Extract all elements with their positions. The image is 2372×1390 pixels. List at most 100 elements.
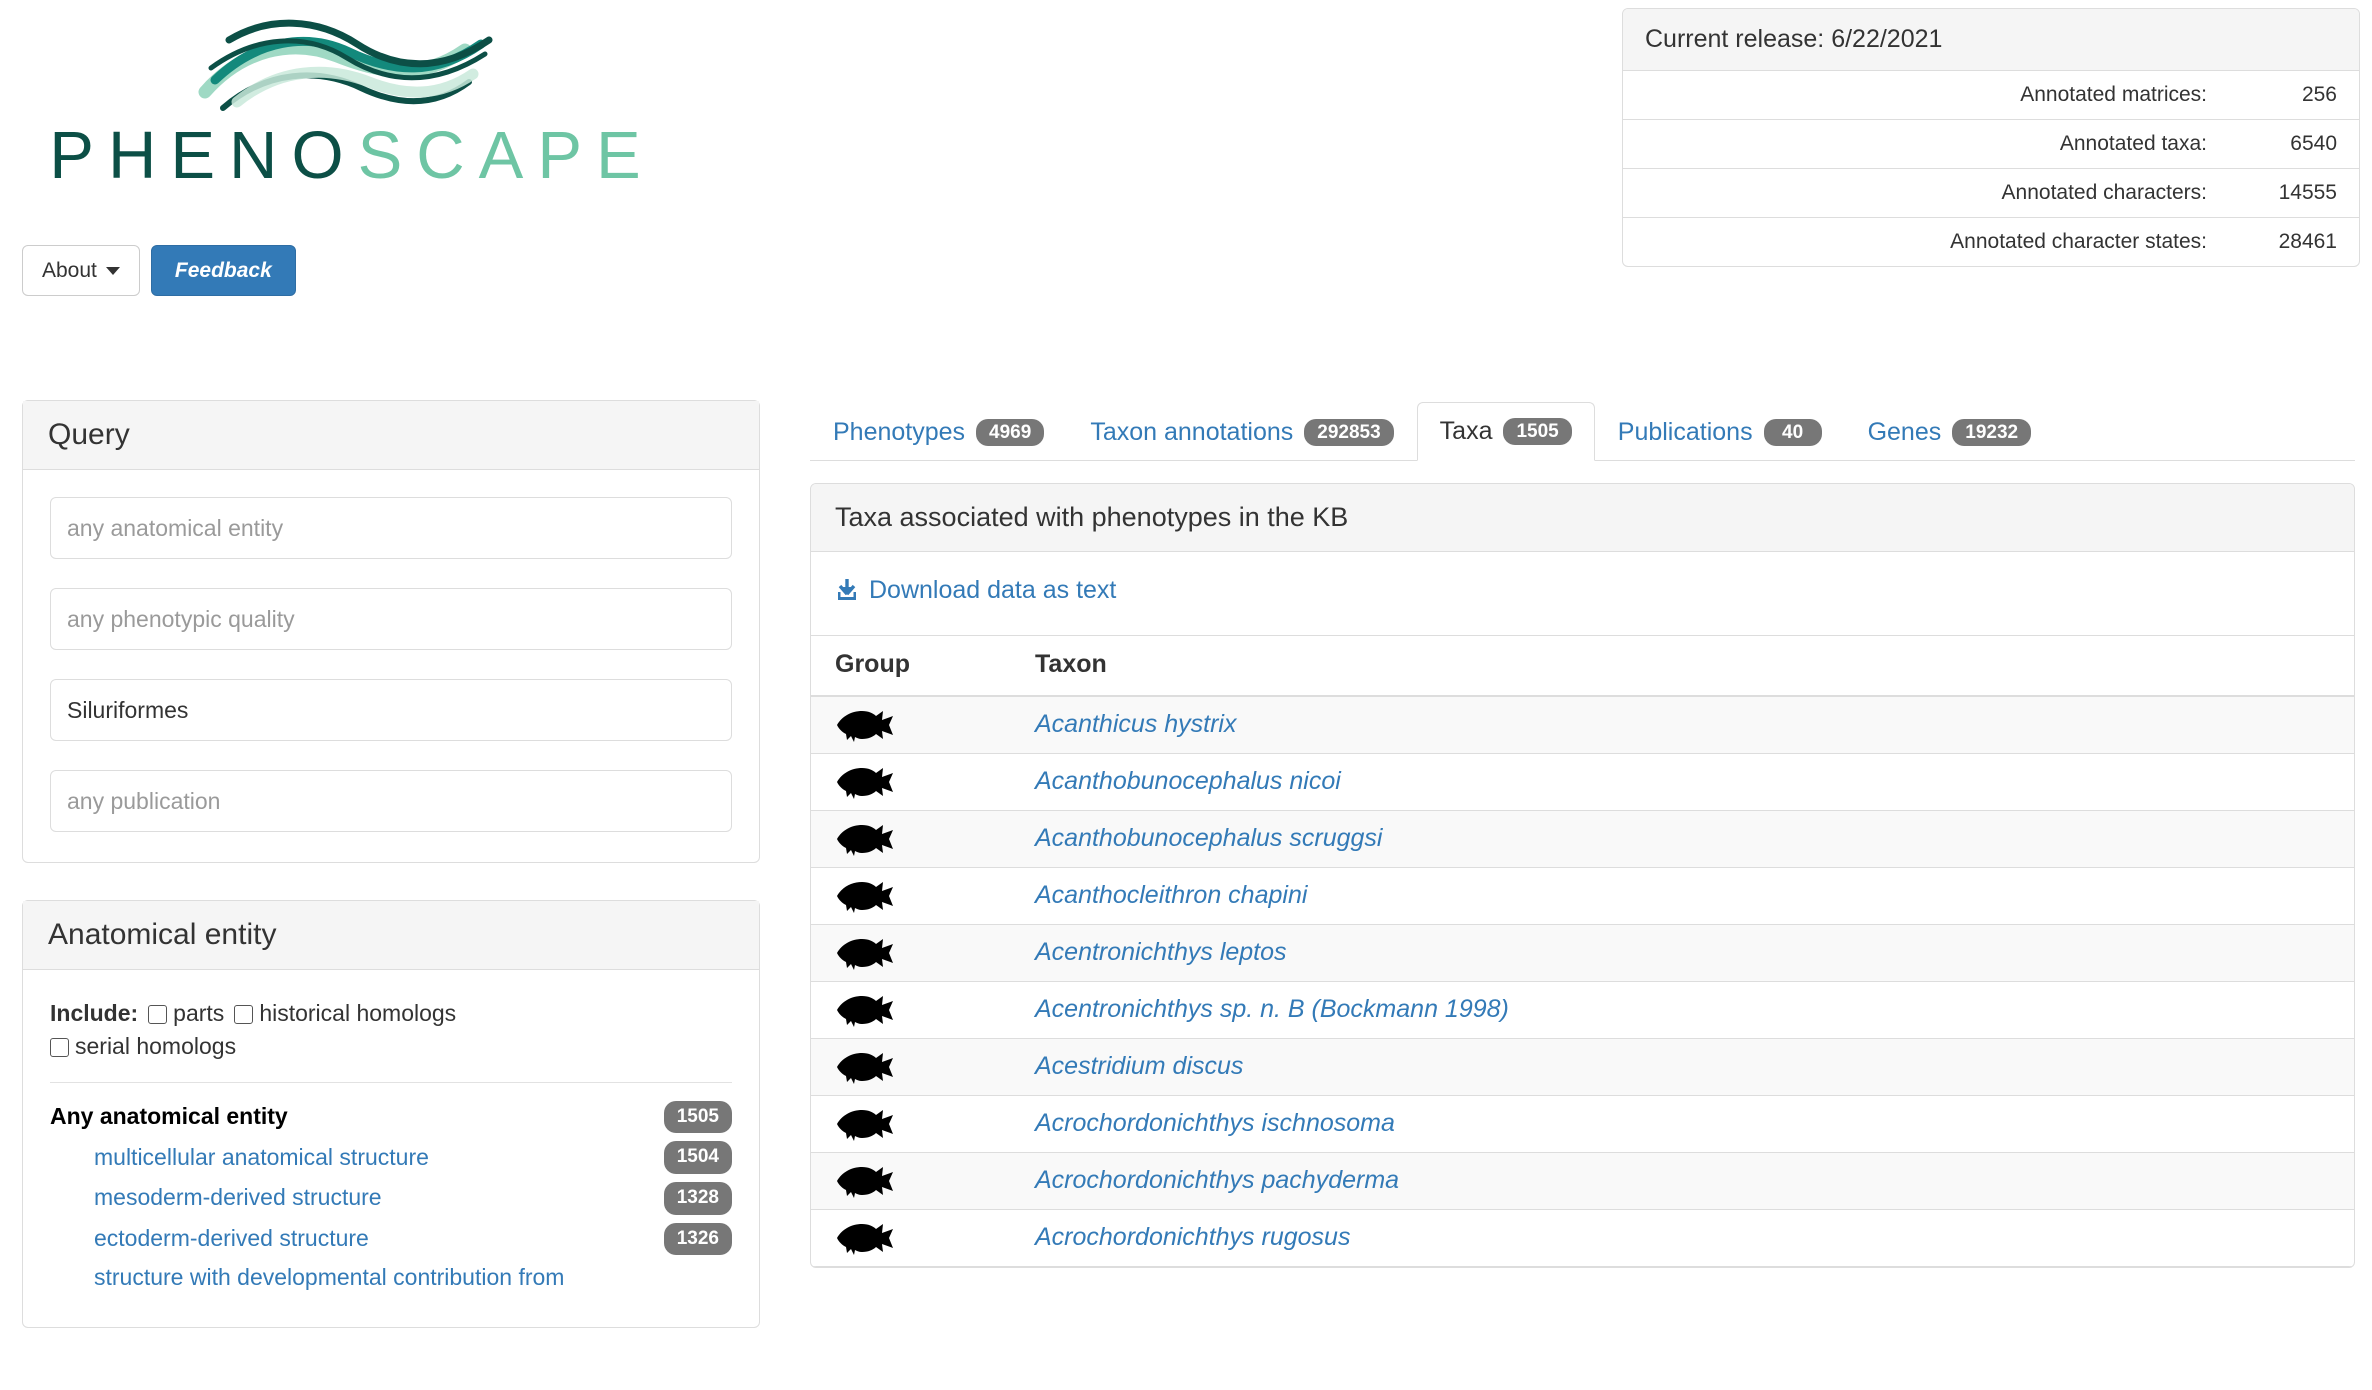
status-badge: 1328 (663, 1182, 732, 1215)
release-info-panel: Current release: 6/22/2021 Annotated mat… (1622, 8, 2360, 267)
download-data-link[interactable]: Download data as text (835, 576, 1116, 605)
checkbox-historical-homologs[interactable] (234, 1005, 254, 1024)
ontology-tree: Any anatomical entity 1505 multicellular… (50, 1097, 732, 1298)
taxon-link[interactable]: Acrochordonichthys pachyderma (1035, 1166, 1399, 1194)
group-cell (811, 1095, 1011, 1153)
release-stat-label: Annotated matrices: (2020, 83, 2207, 106)
table-row: Acentronichthys leptos (811, 924, 2354, 982)
main-content: Phenotypes 4969 Taxon annotations 292853… (810, 385, 2355, 1268)
fish-icon (837, 767, 893, 799)
query-panel: Query (22, 400, 760, 863)
fish-icon (837, 1109, 893, 1141)
fish-icon (837, 1166, 893, 1198)
column-header-group: Group (811, 635, 1011, 697)
brand-logo[interactable]: PHENOSCAPE (22, 10, 682, 189)
group-cell (811, 695, 1011, 754)
ontology-item-any-anatomical-entity[interactable]: Any anatomical entity 1505 (50, 1097, 732, 1138)
checkbox-historical-homologs-label: historical homologs (259, 1000, 457, 1026)
feedback-button[interactable]: Feedback (150, 245, 296, 296)
taxon-link[interactable]: Acanthocleithron chapini (1035, 881, 1307, 909)
about-button-label: About (42, 259, 97, 282)
left-sidebar: Query Anatomical entity Include: parts his… (22, 400, 760, 1365)
tab-publications[interactable]: Publications 40 (1595, 403, 1845, 461)
ontology-item-label: multicellular anatomical structure (94, 1143, 429, 1170)
anatomical-entity-input[interactable] (50, 497, 732, 559)
checkbox-serial-homologs-label: serial homologs (75, 1033, 237, 1060)
taxon-cell: Acentronichthys sp. n. B (Bockmann 1998) (1011, 981, 2354, 1039)
table-row: Annotated matrices: 256 (1623, 71, 2359, 120)
group-cell (811, 867, 1011, 925)
table-row: Acrochordonichthys rugosus (811, 1209, 2354, 1267)
brand-name-light: SCAPE (357, 118, 655, 193)
fish-icon (837, 938, 893, 970)
release-title: Current release: 6/22/2021 (1623, 9, 2359, 71)
ontology-item-multicellular-anatomical-structure[interactable]: multicellular anatomical structure 1504 (50, 1137, 732, 1178)
checkbox-parts[interactable] (148, 1005, 168, 1024)
table-row: Annotated characters: 14555 (1623, 169, 2359, 218)
taxon-cell: Acrochordonichthys pachyderma (1011, 1152, 2354, 1210)
taxon-link[interactable]: Acentronichthys leptos (1035, 938, 1287, 966)
fish-icon (837, 1223, 893, 1255)
taxa-table: Group Taxon Acanthicus hystrix Acanthobu… (811, 635, 2354, 1267)
table-row: Annotated taxa: 6540 (1623, 120, 2359, 169)
taxon-link[interactable]: Acrochordonichthys rugosus (1035, 1223, 1350, 1251)
column-header-taxon: Taxon (1011, 635, 2354, 697)
tab-taxon-annotations[interactable]: Taxon annotations 292853 (1067, 403, 1416, 461)
table-row: Acanthicus hystrix (811, 695, 2354, 754)
status-badge: 1505 (1503, 418, 1572, 445)
ontology-item-ectoderm-derived-structure[interactable]: ectoderm-derived structure 1326 (50, 1219, 732, 1260)
fish-icon (837, 1052, 893, 1084)
ontology-item-label: mesoderm-derived structure (94, 1184, 382, 1211)
release-stats-table: Annotated matrices: 256 Annotated taxa: … (1623, 71, 2359, 266)
header-button-row: About Feedback (22, 245, 296, 296)
release-stat-value: 6540 (2290, 132, 2337, 155)
group-cell (811, 981, 1011, 1039)
anatomical-entity-panel-title: Anatomical entity (23, 901, 759, 970)
group-cell (811, 1152, 1011, 1210)
taxa-table-body: Acanthicus hystrix Acanthobunocephalus n… (811, 695, 2354, 1267)
tab-phenotypes[interactable]: Phenotypes 4969 (810, 403, 1067, 461)
checkbox-parts-label: parts (173, 1000, 225, 1026)
tab-taxa[interactable]: Taxa 1505 (1416, 402, 1595, 461)
taxon-link[interactable]: Acestridium discus (1035, 1052, 1243, 1080)
brand-name-dark: PHENO (49, 118, 358, 193)
taxon-link[interactable]: Acanthicus hystrix (1035, 710, 1236, 738)
ontology-item-structure-with-developmental-contribution[interactable]: structure with developmental contributio… (50, 1259, 732, 1297)
group-cell (811, 810, 1011, 868)
status-badge: 292853 (1304, 419, 1394, 446)
anatomical-entity-panel: Anatomical entity Include: parts historica… (22, 900, 760, 1329)
taxon-link[interactable]: Acentronichthys sp. n. B (Bockmann 1998) (1035, 995, 1509, 1023)
tab-genes[interactable]: Genes 19232 (1845, 403, 2055, 461)
phenotypic-quality-input[interactable] (50, 588, 732, 650)
about-button[interactable]: About (22, 245, 140, 296)
status-badge: 1504 (663, 1141, 732, 1175)
group-cell (811, 924, 1011, 982)
publication-input[interactable] (50, 770, 732, 832)
table-row: Annotated character states: 28461 (1623, 218, 2359, 267)
include-label: Include: (50, 1000, 139, 1026)
status-badge: 40 (1763, 419, 1822, 446)
release-stat-value: 256 (2301, 83, 2337, 106)
taxon-link[interactable]: Acanthobunocephalus scruggsi (1035, 824, 1382, 852)
taxon-input[interactable] (50, 679, 732, 741)
table-row: Acentronichthys sp. n. B (Bockmann 1998) (811, 981, 2354, 1039)
taxon-cell: Acanthicus hystrix (1011, 695, 2354, 754)
taxon-link[interactable]: Acrochordonichthys ischnosoma (1035, 1109, 1395, 1137)
fish-icon (837, 881, 893, 913)
ontology-item-label: Any anatomical entity (50, 1103, 288, 1130)
release-stat-value: 28461 (2278, 230, 2337, 253)
query-panel-body (23, 470, 759, 862)
taxon-cell: Acentronichthys leptos (1011, 924, 2354, 982)
ontology-item-label: ectoderm-derived structure (94, 1225, 369, 1252)
download-data-label: Download data as text (869, 576, 1117, 604)
tab-label: Taxa (1439, 417, 1493, 445)
table-row: Acanthocleithron chapini (811, 867, 2354, 925)
group-cell (811, 1209, 1011, 1267)
status-badge: 1326 (663, 1222, 732, 1256)
taxon-link[interactable]: Acanthobunocephalus nicoi (1035, 767, 1341, 795)
feedback-button-label: Feedback (174, 259, 272, 282)
checkbox-serial-homologs[interactable] (50, 1038, 69, 1058)
ontology-item-mesoderm-derived-structure[interactable]: mesoderm-derived structure 1328 (50, 1178, 732, 1219)
anatomical-entity-panel-body: Include: parts historical homologs serial h… (23, 970, 759, 1327)
download-row: Download data as text (811, 552, 2354, 636)
